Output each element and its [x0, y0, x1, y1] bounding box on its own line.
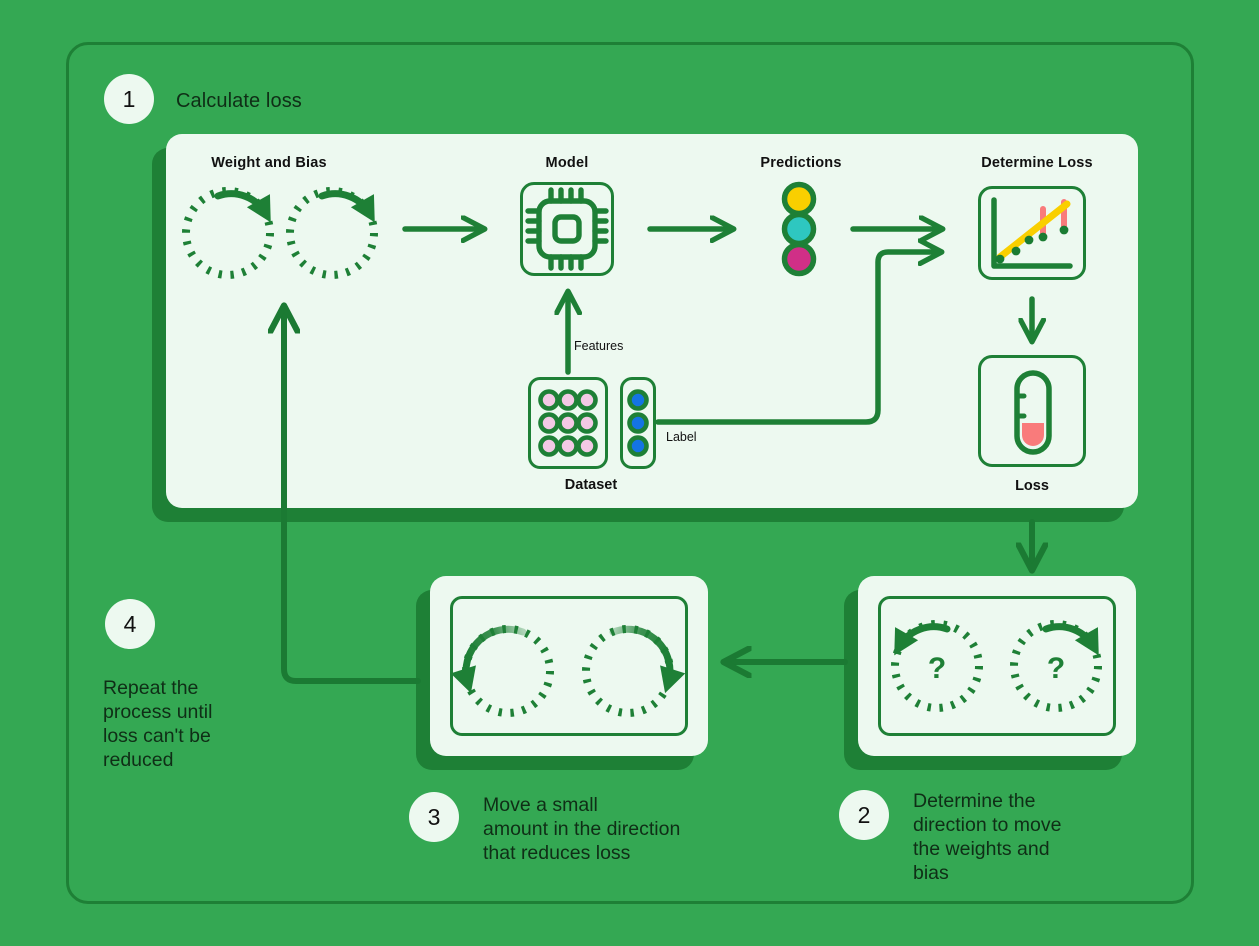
move-small-amount-inner-border	[450, 596, 688, 736]
dataset-features-box	[528, 377, 608, 469]
column-title-weight-bias: Weight and Bias	[211, 155, 327, 171]
column-title-predictions: Predictions	[760, 155, 842, 171]
step-badge-1: 1	[104, 74, 154, 124]
step-badge-2-number: 2	[857, 801, 871, 828]
label-label: Label	[666, 430, 697, 444]
step-badge-4: 4	[105, 599, 155, 649]
step-badge-4-number: 4	[123, 610, 137, 637]
step-badge-3: 3	[409, 792, 459, 842]
move-small-amount-card	[430, 576, 708, 756]
column-title-determine-loss: Determine Loss	[981, 155, 1093, 171]
determine-loss-chart-box	[978, 186, 1086, 280]
diagram-canvas: 1 Calculate loss 4 Repeat the process un…	[0, 0, 1259, 946]
step-1-title: Calculate loss	[176, 90, 302, 112]
determine-direction-inner-border	[878, 596, 1116, 736]
dataset-label-box	[620, 377, 656, 469]
determine-direction-card	[858, 576, 1136, 756]
loss-label: Loss	[1015, 478, 1049, 494]
column-title-model: Model	[545, 155, 589, 171]
dataset-label: Dataset	[564, 477, 618, 493]
step-4-text: Repeat the process until loss can't be r…	[103, 677, 213, 771]
features-label: Features	[574, 339, 624, 353]
step-badge-2: 2	[839, 790, 889, 840]
step-badge-3-number: 3	[427, 803, 441, 830]
step-2-text: Determine the direction to move the weig…	[913, 790, 1062, 884]
loss-gauge-box	[978, 355, 1086, 467]
step-3-text: Move a small amount in the direction tha…	[483, 794, 681, 864]
step-badge-1-number: 1	[122, 85, 136, 112]
model-icon-box	[520, 182, 614, 276]
